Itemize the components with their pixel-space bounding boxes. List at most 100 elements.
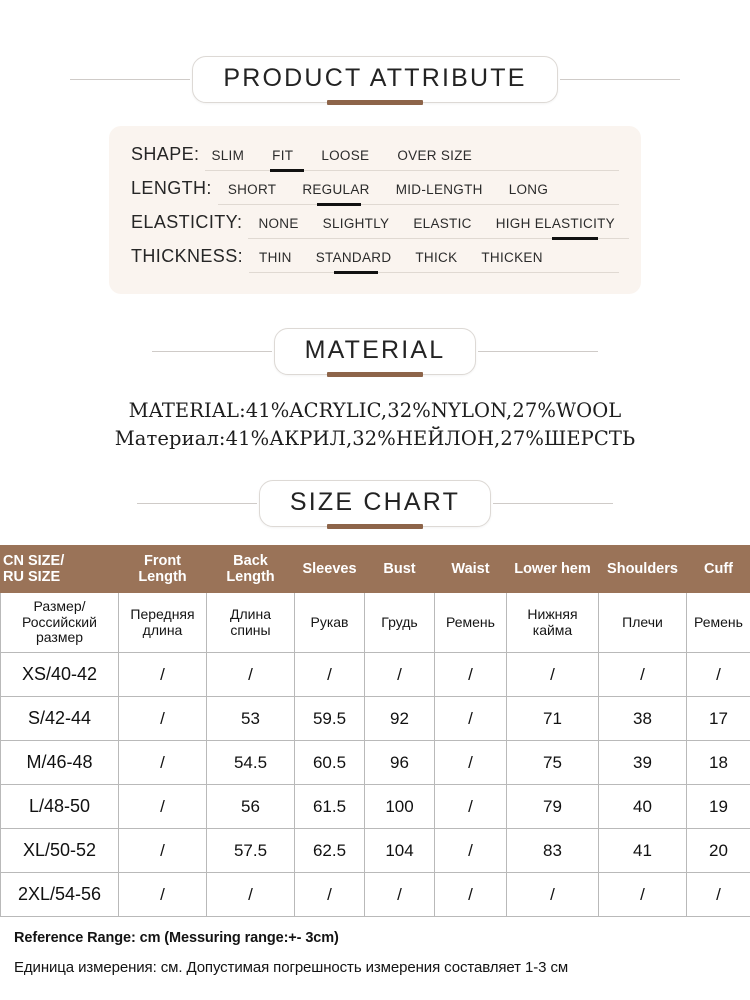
column-header-back-length: Back Length [206, 544, 295, 594]
column-header-front-length: Front Length [118, 544, 207, 594]
table-header-row-ru: Размер/Российский размер Передняя длина Дл… [0, 591, 750, 654]
option-high-elasticity[interactable]: HIGH ELASTICITY [486, 216, 629, 231]
option-regular[interactable]: REGULAR [292, 182, 385, 197]
option-mid-length[interactable]: MID-LENGTH [386, 182, 499, 197]
column-header-ru-shoulders: Плечи [598, 591, 687, 654]
note-ru: Единица измерения: см. Допустимая погреш… [14, 959, 569, 977]
cell-cuff: 20 [686, 828, 750, 874]
option-elastic[interactable]: ELASTIC [403, 216, 485, 231]
cell-lower-hem: 71 [506, 696, 599, 742]
cell-back-length: 57.5 [206, 828, 295, 874]
cell-cuff: / [686, 652, 750, 698]
table-row: S/42-44/53 59.5 92/71 38 17 [0, 696, 750, 742]
attribute-options-thickness: THIN STANDARD THICK THICKEN [249, 250, 619, 273]
cell-sleeves: 60.5 [294, 740, 365, 786]
option-thick[interactable]: THICK [405, 250, 471, 265]
cell-shoulders: / [598, 652, 687, 698]
cell-cuff: 17 [686, 696, 750, 742]
attribute-options-shape: SLIM FIT LOOSE OVER SIZE [205, 148, 619, 171]
attribute-panel: SHAPE: SLIM FIT LOOSE OVER SIZE LENGTH: … [109, 126, 641, 294]
option-thicken[interactable]: THICKEN [471, 250, 556, 265]
cell-waist: / [434, 828, 507, 874]
size-chart-rule-left [136, 502, 257, 504]
table-row: 2XL/54-56// / / / / / / [0, 872, 750, 918]
table-row: XS/40-42// / / / / / / [0, 652, 750, 698]
cell-front-length: / [118, 740, 207, 786]
cell-shoulders: 38 [598, 696, 687, 742]
option-thin[interactable]: THIN [249, 250, 306, 265]
column-header-ru-sleeves: Рукав [294, 591, 365, 654]
column-header-shoulders: Shoulders [598, 544, 687, 594]
cell-waist: / [434, 740, 507, 786]
table-header-row-en: CN SIZE/ RU SIZE Front Length Back Lengt… [0, 544, 750, 594]
heading-rule-right [559, 79, 680, 80]
table-body: Размер/Российский размер Передняя длина Дл… [0, 591, 750, 918]
material-composition: MATERIAL:41%ACRYLIC,32%NYLON,27%WOOL Мат… [0, 397, 750, 454]
cell-front-length: / [118, 872, 207, 918]
cell-bust: 96 [364, 740, 435, 786]
material-line-en: MATERIAL:41%ACRYLIC,32%NYLON,27%WOOL [128, 399, 622, 422]
heading-rule-left [70, 79, 191, 80]
title-accent-bar [326, 100, 423, 105]
cell-front-length: / [118, 828, 207, 874]
cell-size: XL/50-52 [0, 828, 119, 874]
attribute-row-length: LENGTH: SHORT REGULAR MID-LENGTH LONG [131, 178, 619, 206]
size-chart-accent-bar [326, 523, 423, 529]
cell-front-length: / [118, 784, 207, 830]
material-heading: MATERIAL [0, 328, 750, 377]
option-short[interactable]: SHORT [218, 182, 293, 197]
option-slightly[interactable]: SLIGHTLY [313, 216, 404, 231]
attribute-label-length: LENGTH: [131, 178, 212, 198]
material-line-ru: Материал:41%АКРИЛ,32%НЕЙЛОН,27%ШЕРСТЬ [114, 427, 636, 451]
column-header-bust: Bust [364, 544, 435, 594]
cell-shoulders: / [598, 872, 687, 918]
attribute-row-shape: SHAPE: SLIM FIT LOOSE OVER SIZE [131, 144, 619, 172]
cell-size: L/48-50 [0, 784, 119, 830]
column-header-ru-waist: Ремень [434, 591, 507, 654]
cell-bust: 92 [364, 696, 435, 742]
option-fit[interactable]: FIT [262, 148, 311, 163]
cell-sleeves: 61.5 [294, 784, 365, 830]
cell-sleeves: / [294, 652, 365, 698]
cell-waist: / [434, 652, 507, 698]
cell-shoulders: 41 [598, 828, 687, 874]
attribute-row-elasticity: ELASTICITY: NONE SLIGHTLY ELASTIC HIGH E… [131, 212, 629, 240]
table-row: XL/50-52/57.5 62.5 104/83 41 20 [0, 828, 750, 874]
cell-waist: / [434, 696, 507, 742]
cell-bust: / [364, 872, 435, 918]
cell-cuff: 19 [686, 784, 750, 830]
column-header-cuff: Cuff [686, 544, 750, 594]
cell-size: S/42-44 [0, 696, 119, 742]
cell-waist: / [434, 784, 507, 830]
attribute-label-shape: SHAPE: [131, 144, 200, 164]
cell-sleeves: 62.5 [294, 828, 365, 874]
material-title-pill: MATERIAL [273, 328, 477, 377]
option-none[interactable]: NONE [248, 216, 312, 231]
table-row: M/46-48/54.5 60.5 96/75 39 18 [0, 740, 750, 786]
cell-back-length: 54.5 [206, 740, 295, 786]
column-header-ru-size: Размер/Российский размер [0, 591, 119, 654]
column-header-ru-cuff: Ремень [686, 591, 750, 654]
cell-lower-hem: 83 [506, 828, 599, 874]
cell-lower-hem: / [506, 872, 599, 918]
cell-cuff: / [686, 872, 750, 918]
page-title: PRODUCT ATTRIBUTE [223, 64, 527, 92]
cell-back-length: 53 [206, 696, 295, 742]
cell-shoulders: 39 [598, 740, 687, 786]
attribute-label-elasticity: ELASTICITY: [131, 212, 243, 232]
table-header: CN SIZE/ RU SIZE Front Length Back Lengt… [0, 544, 750, 594]
size-chart-heading: SIZE CHART [0, 479, 750, 529]
cell-bust: 100 [364, 784, 435, 830]
option-loose[interactable]: LOOSE [311, 148, 387, 163]
column-header-waist: Waist [434, 544, 507, 594]
material-title: MATERIAL [304, 336, 446, 364]
option-standard[interactable]: STANDARD [306, 250, 406, 265]
product-detail-page: PRODUCT ATTRIBUTE SHAPE: SLIM FIT LOOSE … [0, 56, 750, 1000]
measurement-notes: Reference Range: cm (Messuring range:+- … [0, 917, 750, 977]
option-long[interactable]: LONG [499, 182, 564, 197]
option-over-size[interactable]: OVER SIZE [387, 148, 490, 163]
option-slim[interactable]: SLIM [205, 148, 262, 163]
cell-lower-hem: 79 [506, 784, 599, 830]
cell-size: XS/40-42 [0, 652, 119, 698]
size-chart-rule-right [493, 502, 614, 504]
